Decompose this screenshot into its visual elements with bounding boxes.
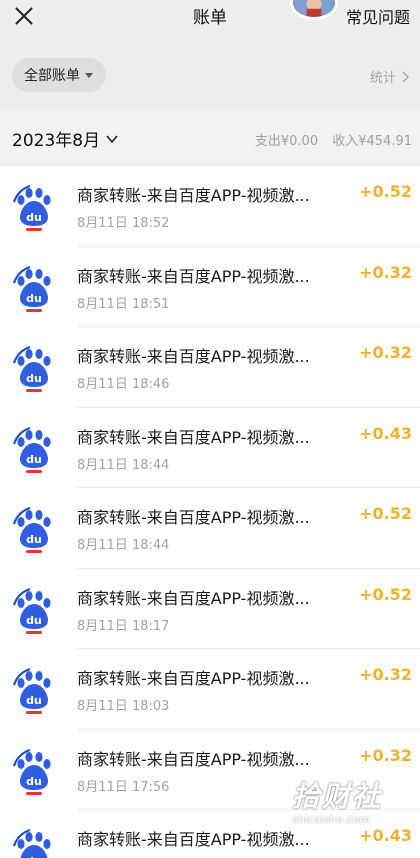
baidu-paw-icon: du: [12, 263, 56, 313]
baidu-paw-icon: du: [12, 424, 56, 474]
month-label: 2023年8月: [12, 131, 101, 151]
transaction-amount: +0.43: [359, 826, 412, 845]
transaction-title: 商家转账-来自百度APP-视频激...: [77, 830, 310, 849]
chevron-down-icon: [106, 134, 118, 143]
transaction-title: 商家转账-来自百度APP-视频激...: [77, 186, 310, 205]
stats-label: 统计: [369, 71, 396, 86]
baidu-paw-icon: du: [12, 343, 56, 393]
transaction-list: du 商家转账-来自百度APP-视频激... 8月11日 18:52 +0.52…: [0, 166, 420, 858]
transaction-amount: +0.43: [359, 423, 412, 443]
month-header: 2023年8月 支出¥0.00 收入¥454.91: [0, 110, 420, 166]
transaction-title: 商家转账-来自百度APP-视频激...: [77, 588, 310, 608]
baidu-paw-icon: du: [12, 665, 56, 715]
transaction-date: 8月11日 18:46: [77, 377, 170, 392]
transaction-row[interactable]: du 商家转账-来自百度APP-视频激... 8月11日 18:51 +0.32: [0, 246, 420, 327]
transaction-date: 8月11日 18:51: [77, 296, 170, 312]
month-summary: 支出¥0.00 收入¥454.91: [245, 130, 412, 149]
transaction-row[interactable]: du 商家转账-来自百度APP-视频激... 8月11日 18:03 +0.32: [0, 649, 420, 730]
transaction-amount: +0.52: [359, 584, 412, 604]
transaction-amount: +0.52: [359, 182, 412, 201]
transaction-row[interactable]: du 商家转账-来自百度APP-视频激... 8月11日 18:17 +0.52: [0, 568, 420, 649]
baidu-paw-icon: du: [12, 826, 56, 858]
baidu-paw-icon: du: [12, 585, 56, 635]
bill-filter-dropdown[interactable]: 全部账单: [12, 58, 106, 92]
month-selector[interactable]: 2023年8月: [12, 126, 118, 151]
svg-text:du: du: [26, 533, 42, 546]
svg-text:du: du: [26, 292, 42, 305]
transaction-title: 商家转账-来自百度APP-视频激...: [77, 508, 310, 527]
transaction-title: 商家转账-来自百度APP-视频激...: [77, 347, 310, 366]
transaction-title: 商家转账-来自百度APP-视频激...: [77, 427, 310, 447]
svg-text:du: du: [26, 614, 42, 627]
transaction-row[interactable]: du 商家转账-来自百度APP-视频激... +0.43: [0, 810, 420, 858]
transaction-amount: +0.32: [359, 745, 412, 765]
transaction-date: 8月11日 17:56: [77, 779, 170, 795]
top-nav-bar: 账单 常见问题: [0, 0, 420, 36]
transaction-row[interactable]: du 商家转账-来自百度APP-视频激... 8月11日 18:52 +0.52: [0, 166, 420, 247]
transaction-amount: +0.52: [359, 504, 412, 523]
transaction-date: 8月11日 18:17: [77, 618, 170, 634]
svg-text:du: du: [26, 453, 42, 466]
transaction-date: 8月11日 18:44: [77, 538, 170, 553]
filter-bar: 全部账单 统计: [0, 36, 420, 108]
transaction-date: 8月11日 18:03: [77, 699, 170, 714]
transaction-row[interactable]: du 商家转账-来自百度APP-视频激... 8月11日 17:56 +0.32: [0, 729, 420, 810]
svg-text:du: du: [26, 775, 42, 788]
transaction-date: 8月11日 18:52: [77, 216, 170, 231]
transaction-amount: +0.32: [359, 262, 412, 282]
svg-text:du: du: [26, 211, 42, 224]
transaction-row[interactable]: du 商家转账-来自百度APP-视频激... 8月11日 18:44 +0.43: [0, 407, 420, 488]
baidu-paw-icon: du: [12, 182, 56, 232]
transaction-row[interactable]: du 商家转账-来自百度APP-视频激... 8月11日 18:44 +0.52: [0, 488, 420, 569]
transaction-amount: +0.32: [359, 665, 412, 684]
transaction-title: 商家转账-来自百度APP-视频激...: [77, 669, 310, 688]
stats-link[interactable]: 统计: [370, 67, 410, 86]
caret-down-icon: [85, 73, 93, 78]
help-link[interactable]: 常见问题: [346, 4, 410, 28]
transaction-amount: +0.32: [359, 343, 412, 362]
baidu-paw-icon: du: [12, 746, 56, 796]
transaction-title: 商家转账-来自百度APP-视频激...: [77, 266, 310, 286]
expense-total: 支出¥0.00: [254, 134, 319, 149]
transaction-title: 商家转账-来自百度APP-视频激...: [77, 749, 310, 769]
baidu-paw-icon: du: [12, 504, 56, 554]
svg-text:du: du: [26, 372, 42, 385]
svg-text:du: du: [26, 694, 42, 707]
bill-filter-label: 全部账单: [24, 68, 80, 84]
income-total: 收入¥454.91: [332, 134, 412, 149]
transaction-date: 8月11日 18:44: [77, 457, 170, 473]
transaction-row[interactable]: du 商家转账-来自百度APP-视频激... 8月11日 18:46 +0.32: [0, 327, 420, 408]
chevron-right-icon: [402, 71, 409, 82]
